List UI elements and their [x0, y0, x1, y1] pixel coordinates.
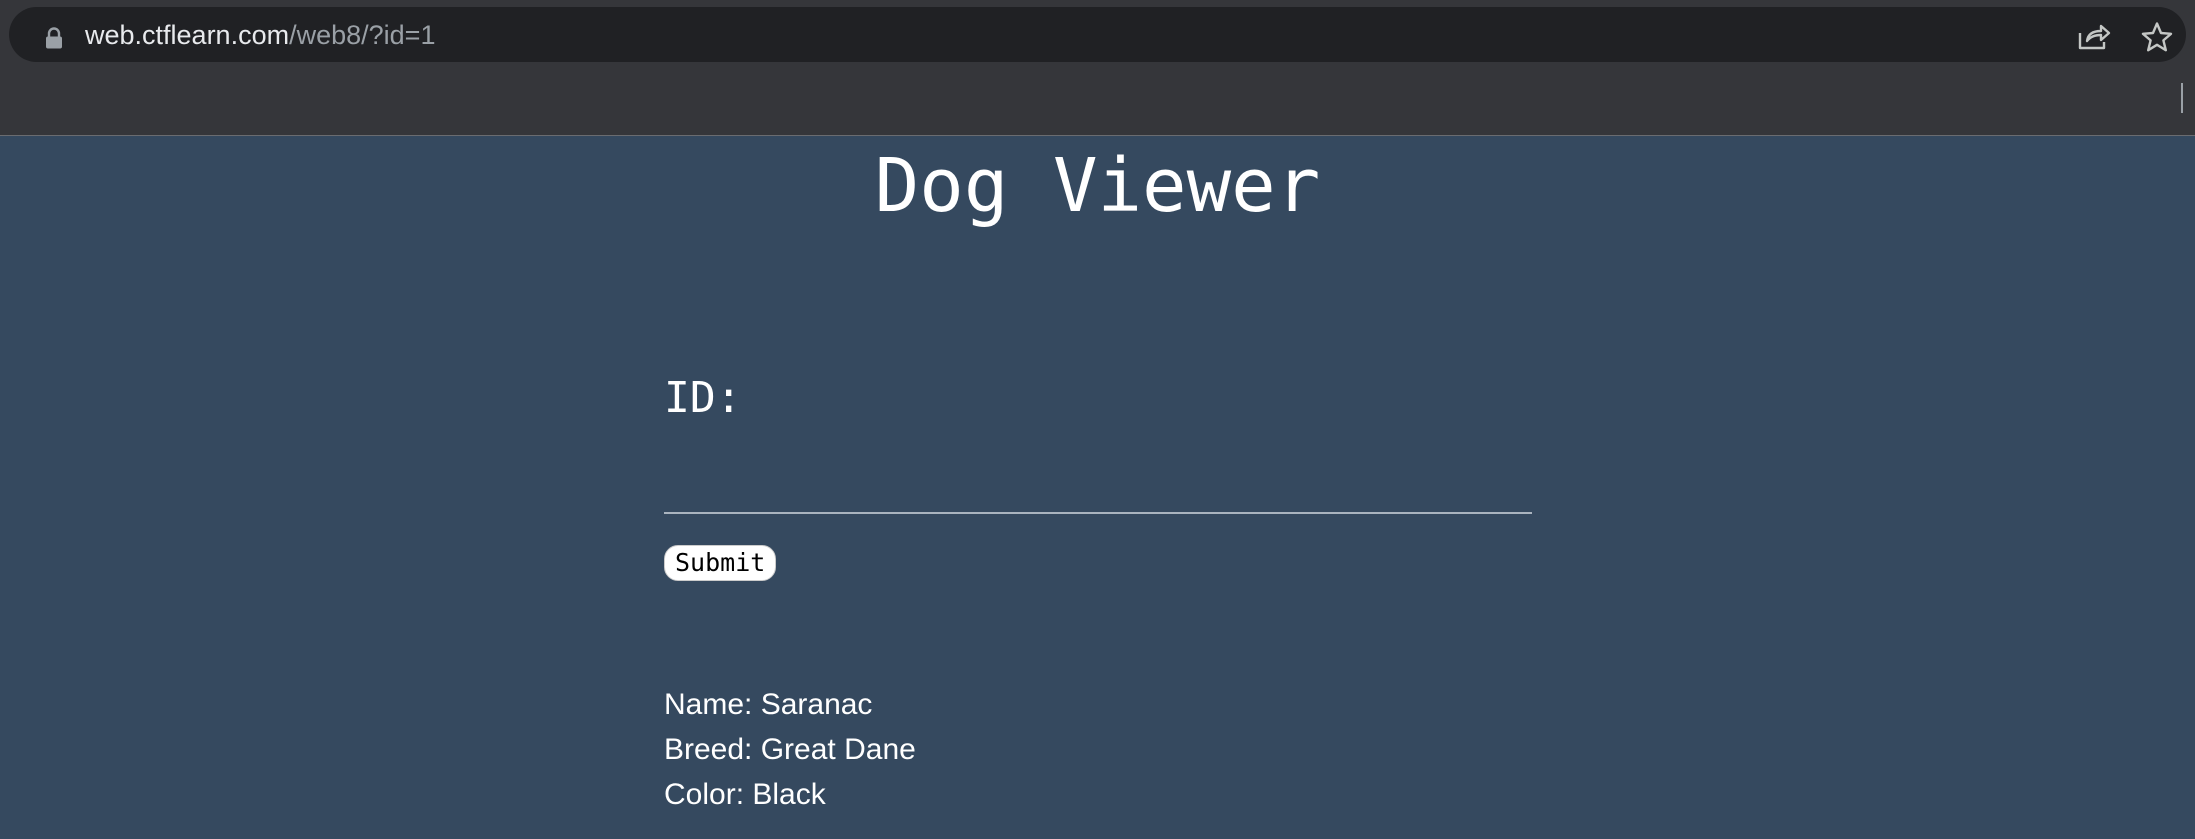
toolbar-divider — [2181, 83, 2183, 113]
browser-chrome: web.ctflearn.com/web8/?id=1 — [0, 0, 2195, 136]
dog-color: Color: Black — [664, 778, 826, 811]
lock-icon[interactable] — [45, 27, 63, 49]
address-bar[interactable]: web.ctflearn.com/web8/?id=1 — [9, 7, 2186, 62]
share-icon[interactable] — [2077, 21, 2111, 51]
dog-info: Name: Saranac Breed: Great Dane Color: B… — [664, 682, 916, 817]
submit-button[interactable]: Submit — [664, 545, 777, 581]
id-input[interactable] — [664, 460, 1532, 514]
dog-breed: Breed: Great Dane — [664, 733, 916, 766]
page-title: Dog Viewer — [874, 143, 1321, 229]
url-host: web.ctflearn.com — [85, 20, 290, 50]
url-text[interactable]: web.ctflearn.com/web8/?id=1 — [85, 20, 435, 50]
star-icon[interactable] — [2141, 21, 2173, 53]
id-label: ID: — [664, 373, 742, 423]
dog-name: Name: Saranac — [664, 688, 873, 721]
url-path: /web8/?id=1 — [289, 20, 436, 50]
